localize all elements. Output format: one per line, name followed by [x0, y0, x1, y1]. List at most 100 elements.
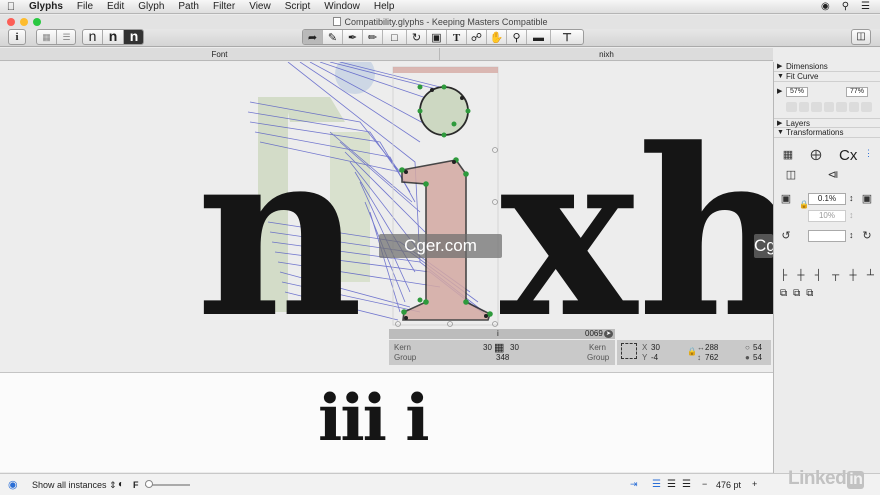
- scale-apply-icon[interactable]: ▣: [860, 192, 874, 206]
- align-center-text-icon[interactable]: ☰: [667, 479, 676, 490]
- notification-center-icon[interactable]: ☰: [861, 1, 870, 12]
- pen-tool-icon[interactable]: ✒: [343, 30, 363, 44]
- measurement-tool-icon[interactable]: ▬: [527, 30, 551, 44]
- close-window-button[interactable]: [7, 18, 15, 26]
- layers-section-header[interactable]: ▶ Layers: [774, 118, 880, 128]
- scale-icon[interactable]: ▣: [779, 192, 793, 206]
- union-icon[interactable]: ⧉: [780, 288, 787, 300]
- text-tool-icon[interactable]: T: [447, 30, 467, 44]
- glyph-info-arrow-icon[interactable]: ➤: [604, 330, 613, 338]
- origin-point-icon[interactable]: ⨁: [809, 148, 823, 162]
- show-instances-popup[interactable]: Show all instances ⇕: [32, 480, 117, 491]
- intersect-icon[interactable]: ⧉: [806, 288, 813, 300]
- align-right-icon[interactable]: ┤: [815, 270, 822, 282]
- fit-curve-section-header[interactable]: ▼ Fit Curve: [774, 72, 880, 82]
- sidebar-toggle-icon[interactable]: ◫: [851, 29, 871, 45]
- primitives-tool-icon[interactable]: □: [383, 30, 407, 44]
- preview-size-slider[interactable]: [145, 480, 190, 488]
- menu-window[interactable]: Window: [317, 0, 367, 14]
- tab-font[interactable]: Font: [0, 48, 440, 61]
- filled-preview-toggle[interactable]: F: [133, 480, 139, 490]
- filled-n-button[interactable]: n: [103, 30, 124, 44]
- transformations-disclosure-icon[interactable]: ▼: [777, 128, 784, 138]
- align-top-icon[interactable]: ┬: [832, 270, 839, 282]
- rsb-value[interactable]: 30: [510, 343, 519, 352]
- fit-curve-min-field[interactable]: 57%: [786, 87, 808, 97]
- mirror-horizontal-icon[interactable]: ◫: [784, 168, 798, 182]
- fit-curve-steps[interactable]: [786, 102, 873, 112]
- selection-anchor-icon[interactable]: [621, 343, 637, 359]
- y-value[interactable]: -4: [651, 353, 658, 362]
- active-glyph-i[interactable]: [392, 66, 499, 327]
- serif-text-tool-icon[interactable]: ⊤: [551, 30, 583, 44]
- fit-curve-max-field[interactable]: 77%: [846, 87, 868, 97]
- menu-app[interactable]: Glyphs: [22, 0, 70, 14]
- lsb-value[interactable]: 30: [483, 343, 492, 352]
- menu-edit[interactable]: Edit: [100, 0, 131, 14]
- scale-field[interactable]: 0.1%: [808, 193, 846, 205]
- align-middle-icon[interactable]: ┼: [850, 270, 857, 282]
- align-right-text-icon[interactable]: ☰: [682, 479, 691, 490]
- preview-n-button[interactable]: n: [124, 30, 143, 44]
- x-value[interactable]: 30: [651, 343, 660, 352]
- font-size-field[interactable]: 476 pt: [716, 480, 741, 490]
- subtract-icon[interactable]: ⧉: [793, 288, 800, 300]
- align-selection-icon[interactable]: ▦: [781, 148, 795, 162]
- scale-stepper-icon[interactable]: ↕: [849, 193, 854, 203]
- disclosure-down-icon[interactable]: ▼: [777, 72, 784, 82]
- zoom-in-button[interactable]: +: [752, 479, 757, 489]
- transform-origin-cx[interactable]: Cx: [839, 147, 857, 164]
- mirror-vertical-icon[interactable]: ⧏: [826, 168, 840, 182]
- zoom-out-button[interactable]: −: [702, 479, 707, 489]
- lock-ratio-icon[interactable]: 🔒: [687, 347, 697, 356]
- menu-view[interactable]: View: [242, 0, 278, 14]
- tab-nixh[interactable]: nixh: [440, 48, 773, 61]
- menu-file[interactable]: File: [70, 0, 100, 14]
- dimensions-section-header[interactable]: ▶ Dimensions: [774, 62, 880, 72]
- spotlight-icon[interactable]: ⚲: [842, 1, 849, 12]
- outline-n-button[interactable]: n: [83, 30, 103, 44]
- slider-knob[interactable]: [145, 480, 153, 488]
- align-bottom-icon[interactable]: ┴: [867, 270, 874, 282]
- menu-path[interactable]: Path: [171, 0, 206, 14]
- select-tool-icon[interactable]: ➦: [303, 30, 323, 44]
- menu-filter[interactable]: Filter: [206, 0, 242, 14]
- rotate-stepper-icon[interactable]: ↕: [849, 230, 854, 240]
- scale-secondary-stepper-icon[interactable]: ↕: [849, 210, 854, 220]
- width-value[interactable]: 348: [496, 353, 509, 362]
- rotate-left-icon[interactable]: ↺: [779, 229, 793, 243]
- draw-tool-icon[interactable]: ✎: [323, 30, 343, 44]
- minimize-window-button[interactable]: [20, 18, 28, 26]
- scale-tool-icon[interactable]: ▣: [427, 30, 447, 44]
- infobar-unicode[interactable]: 0069: [585, 329, 603, 338]
- info-button[interactable]: i: [8, 29, 26, 45]
- menu-glyph[interactable]: Glyph: [131, 0, 171, 14]
- rotate-tool-icon[interactable]: ↻: [407, 30, 427, 44]
- text-direction-icon[interactable]: ⇥: [630, 479, 638, 490]
- grid-view-icon[interactable]: ▦: [37, 30, 57, 44]
- zoom-tool-icon[interactable]: ⚲: [507, 30, 527, 44]
- selection-height[interactable]: 762: [705, 353, 718, 362]
- rotate-right-icon[interactable]: ↻: [860, 229, 874, 243]
- list-view-icon[interactable]: ☰: [57, 30, 75, 44]
- origin-toggle-icon[interactable]: ⋮: [864, 148, 873, 159]
- align-left-text-icon[interactable]: ☰: [652, 479, 661, 490]
- apple-icon[interactable]: : [0, 1, 22, 13]
- rotate-field[interactable]: [808, 230, 846, 242]
- transformations-section-header[interactable]: ▼ Transformations: [774, 128, 880, 138]
- glyph-canvas-svg[interactable]: n xh: [0, 62, 773, 372]
- menu-help[interactable]: Help: [367, 0, 402, 14]
- hand-tool-icon[interactable]: ✋: [487, 30, 507, 44]
- pencil-tool-icon[interactable]: ✏: [363, 30, 383, 44]
- zoom-window-button[interactable]: [33, 18, 41, 26]
- annotation-tool-icon[interactable]: ☍: [467, 30, 487, 44]
- fit-curve-disclosure-icon[interactable]: ▶: [777, 87, 782, 95]
- menu-script[interactable]: Script: [278, 0, 318, 14]
- creative-cloud-icon[interactable]: ◉: [821, 1, 830, 12]
- preview-color-icon[interactable]: ◐: [118, 479, 124, 490]
- i-dot-outline[interactable]: [419, 86, 469, 136]
- disclosure-right-icon[interactable]: ▶: [777, 62, 782, 72]
- align-center-icon[interactable]: ┼: [797, 270, 804, 282]
- selection-width[interactable]: 288: [705, 343, 718, 352]
- edit-canvas[interactable]: n xh Cger.com Cger.: [0, 62, 773, 372]
